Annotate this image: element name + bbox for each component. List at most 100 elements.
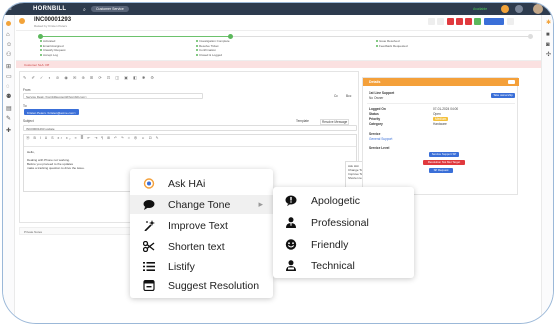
speech-bubble-icon bbox=[143, 199, 155, 210]
tone-item-professional[interactable]: Professional bbox=[273, 213, 414, 232]
stage-item: Feedback Requested bbox=[376, 44, 408, 49]
detail-label: Category bbox=[369, 122, 383, 126]
link-button[interactable] bbox=[437, 18, 444, 25]
more-button[interactable] bbox=[507, 18, 514, 25]
tone-label: Professional bbox=[311, 217, 369, 229]
book-icon[interactable]: ▤ bbox=[6, 106, 12, 112]
house-icon[interactable]: ⌂ bbox=[6, 32, 12, 38]
from-field[interactable]: Service Desk <hornbillsupport@hornbill.c… bbox=[23, 93, 203, 99]
details-title: Details bbox=[369, 80, 381, 84]
details-close-button[interactable] bbox=[508, 80, 515, 84]
rte-toolbar[interactable]: Ⓗ B I U S x² x₂ ≡ ≣ ⇤ ⇥ ¶ ⊞ ↶ ↷ ⌗ ⊕ ☺ ⊡ … bbox=[24, 135, 356, 147]
menu-item-listify[interactable]: Listify bbox=[130, 257, 273, 276]
share-button[interactable] bbox=[484, 18, 504, 25]
ticket-header: INC00001293 Raised by Kristen Peters bbox=[16, 15, 541, 31]
gear-icon[interactable]: ✱ bbox=[546, 20, 551, 26]
tone-item-apologetic[interactable]: Apologetic bbox=[273, 191, 414, 210]
chat-bubbles-icon[interactable]: ◙ bbox=[546, 42, 550, 48]
stage-feedback-list: Issue Resolved Feedback Requested bbox=[376, 39, 408, 48]
menu-item-ask-hai[interactable]: Ask HAi bbox=[130, 174, 273, 193]
stage-resolution-list: Investigation Complete Resolve Ticket Co… bbox=[196, 39, 230, 57]
professional-icon bbox=[285, 217, 297, 228]
plugin-icon[interactable]: ✚ bbox=[6, 128, 12, 134]
stage-feedback-node bbox=[528, 34, 533, 39]
tone-item-friendly[interactable]: Friendly bbox=[273, 235, 414, 254]
cc-label[interactable]: Cc bbox=[334, 94, 338, 98]
bcc-label[interactable]: Bcc bbox=[346, 94, 351, 98]
subject-label: Subject bbox=[23, 119, 34, 123]
left-rail: ⌂ ☺ ⚇ ⊞ ▭ ◌ ⚉ ▤ ✎ ✚ bbox=[3, 15, 15, 323]
calendar-icon[interactable]: ▭ bbox=[6, 74, 12, 80]
star-button[interactable] bbox=[428, 18, 435, 25]
menu-item-suggest-resolution[interactable]: Suggest Resolution bbox=[130, 276, 273, 295]
ticket-pill[interactable]: Customer Service bbox=[91, 6, 129, 12]
service-support-button[interactable]: Service Support SP bbox=[429, 152, 459, 157]
progress-line-pending bbox=[230, 36, 530, 37]
brand-logo: HORNBILL bbox=[33, 6, 67, 12]
users-icon[interactable]: ☺ bbox=[6, 42, 12, 48]
service-link[interactable]: General Support bbox=[369, 137, 392, 141]
menu-item-shorten-text[interactable]: Shorten text bbox=[130, 237, 273, 256]
menu-item-label: Suggest Resolution bbox=[168, 280, 260, 292]
bookmark-icon[interactable]: ■ bbox=[546, 32, 550, 38]
details-panel: Details 1st Line Support No Owner Take o… bbox=[362, 77, 519, 195]
recipient-chip[interactable]: Kristen Peters <kristen@acme.com> bbox=[24, 109, 79, 115]
change-tone-submenu: Apologetic Professional Friendly Technic… bbox=[273, 187, 414, 278]
take-ownership-button[interactable]: Take ownership bbox=[491, 93, 515, 98]
resolve-button[interactable] bbox=[474, 18, 481, 25]
urgent-button[interactable] bbox=[447, 18, 454, 25]
menu-icon[interactable]: ≡ bbox=[8, 6, 12, 12]
detail-label: Logged On bbox=[369, 107, 386, 111]
menu-item-label: Change Tone bbox=[168, 199, 231, 211]
sp-request-button[interactable]: SP Request bbox=[429, 168, 453, 173]
avatar[interactable] bbox=[533, 4, 543, 14]
people-icon[interactable]: ⚉ bbox=[6, 94, 12, 100]
wrench-icon[interactable]: ✣ bbox=[546, 52, 551, 58]
service-label: Service bbox=[369, 132, 381, 136]
stage-item: Closed & Logged bbox=[196, 53, 230, 58]
resolution-icon bbox=[143, 279, 155, 292]
first-line-label: 1st Line Support bbox=[369, 91, 395, 95]
grid-icon[interactable]: ⊞ bbox=[6, 64, 12, 70]
escalate-button[interactable] bbox=[456, 18, 463, 25]
detail-value: Hardware bbox=[433, 122, 447, 126]
hold-button[interactable] bbox=[465, 18, 472, 25]
tone-item-technical[interactable]: Technical bbox=[273, 256, 414, 275]
availability-status[interactable]: Available bbox=[473, 7, 487, 11]
tone-label: Friendly bbox=[311, 239, 349, 251]
detail-label: Status bbox=[369, 112, 379, 116]
notification-icon[interactable] bbox=[501, 5, 509, 13]
menu-item-label: Listify bbox=[168, 261, 195, 273]
app-window: ≡ HORNBILL ⌕ Customer Service Available … bbox=[2, 2, 554, 324]
stage-item: Investigation Complete bbox=[196, 39, 230, 44]
search-icon[interactable]: ⌕ bbox=[83, 7, 86, 13]
apologetic-icon bbox=[285, 195, 297, 206]
sla-warning: Customer SLA: Off bbox=[16, 61, 541, 68]
org-icon[interactable]: ⚇ bbox=[6, 52, 12, 58]
chat-icon[interactable]: ◌ bbox=[6, 84, 12, 90]
resolution-target-badge[interactable]: Resolution Not Met Target bbox=[423, 160, 465, 165]
progress-tracker: Activated Email Assigned Classify Reques… bbox=[16, 31, 541, 61]
stage-item: Accept Log bbox=[40, 53, 66, 58]
to-label: To: bbox=[23, 104, 28, 108]
tools-icon[interactable]: ✎ bbox=[6, 116, 12, 122]
ticket-type-icon bbox=[19, 18, 25, 24]
hai-context-menu: Ask HAi Change Tone ▸ Improve Text Short… bbox=[130, 169, 273, 298]
scissors-icon bbox=[142, 240, 155, 253]
subject-input[interactable]: INC00001293 update bbox=[23, 125, 357, 131]
ai-icon bbox=[143, 178, 155, 189]
tone-label: Technical bbox=[311, 260, 355, 272]
details-header: Details bbox=[363, 78, 519, 86]
home-icon[interactable] bbox=[6, 21, 11, 26]
technical-icon bbox=[285, 260, 297, 271]
chevron-right-icon: ▸ bbox=[258, 199, 263, 209]
editor-toolbar[interactable]: ✎ ✐ ✓ ◐ ⊘ ◉ ✉ ⊕ ⊞ ⟳ ⊡ ◫ ▣ ◧ ✱ ⚙ bbox=[23, 75, 357, 81]
progress-line-done bbox=[40, 36, 230, 37]
menu-item-change-tone[interactable]: Change Tone ▸ bbox=[130, 195, 273, 214]
ticket-subtitle: Raised by Kristen Peters bbox=[34, 24, 68, 28]
menu-item-improve-text[interactable]: Improve Text bbox=[130, 216, 273, 235]
settings-icon[interactable] bbox=[515, 5, 523, 13]
menu-item-label: Shorten text bbox=[168, 241, 225, 253]
stage-log-list: Activated Email Assigned Classify Reques… bbox=[40, 39, 66, 57]
service-level-label: Service Level bbox=[369, 146, 390, 150]
